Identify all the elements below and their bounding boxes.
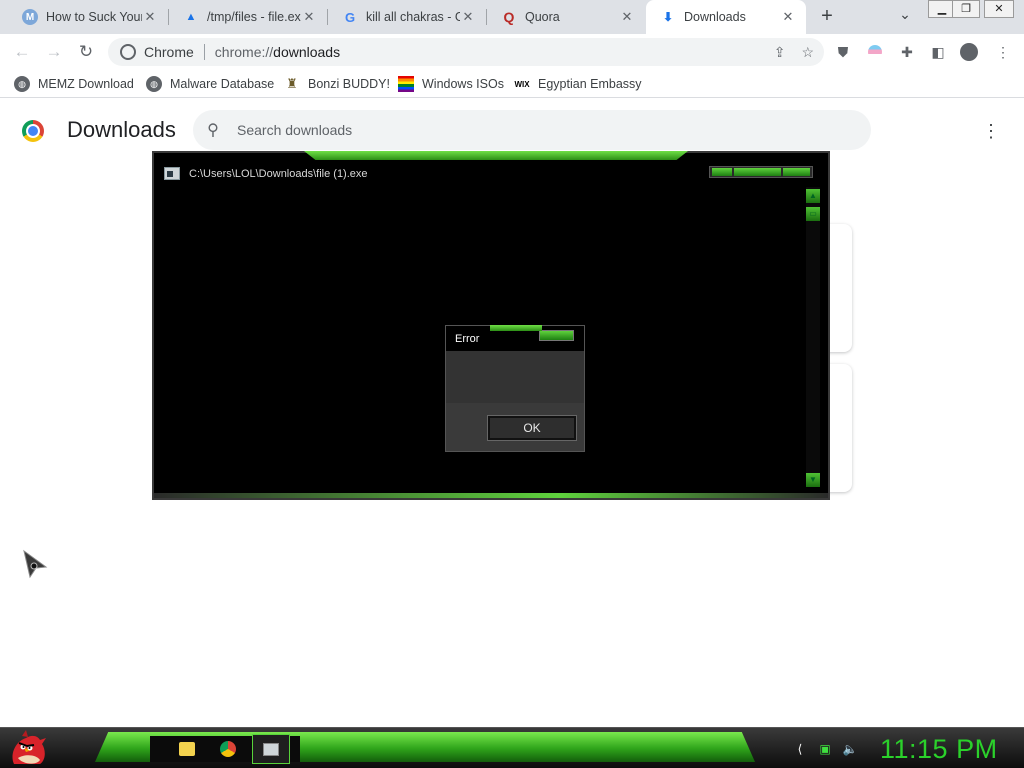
bookmarks-bar: ◍ MEMZ Download ◍ Malware Database ♜ Bon…: [0, 70, 1024, 98]
window-top-glow: [304, 151, 688, 160]
tab-title: kill all chakras - G: [366, 10, 460, 24]
reload-button[interactable]: ↻: [76, 42, 96, 62]
close-icon[interactable]: ✕: [460, 9, 476, 25]
puzzle-icon[interactable]: ✚: [898, 43, 916, 61]
restore-button[interactable]: ❐: [952, 0, 980, 18]
chrome-icon: [220, 741, 236, 757]
close-icon[interactable]: ✕: [780, 9, 796, 25]
cloud-upload-icon: ▲: [185, 11, 197, 23]
chrome-logo-icon: [22, 120, 44, 142]
tab-title: /tmp/files - file.ex: [207, 10, 301, 24]
dialog-top-glow: [490, 325, 542, 331]
scroll-down-icon[interactable]: ▼: [806, 473, 820, 487]
dialog-button-area: OK: [446, 403, 584, 451]
close-button[interactable]: [539, 330, 574, 341]
extension-badge-icon[interactable]: [866, 43, 884, 61]
bookmark-egyptian-embassy[interactable]: WIX Egyptian Embassy: [514, 76, 642, 92]
scroll-thumb[interactable]: ▭: [806, 207, 820, 221]
bookmark-star-icon[interactable]: ☆: [801, 44, 814, 61]
tab-title: How to Suck Your: [46, 10, 142, 24]
minimize-button[interactable]: [712, 168, 732, 176]
profile-icon[interactable]: [960, 43, 978, 61]
more-options-icon[interactable]: ⋮: [982, 119, 1000, 143]
close-button[interactable]: [782, 168, 810, 176]
console-app-icon: [164, 167, 180, 180]
folder-icon: [179, 742, 195, 756]
ok-button[interactable]: OK: [487, 415, 577, 441]
url-prefix: chrome://: [214, 44, 274, 60]
bookmark-memz[interactable]: ◍ MEMZ Download: [14, 76, 134, 92]
start-button-angry-bird-icon[interactable]: [8, 730, 48, 768]
address-bar[interactable]: Chrome chrome://downloads ⇪ ☆: [108, 38, 824, 66]
bookmark-label: Windows ISOs: [422, 77, 504, 91]
search-downloads-input[interactable]: ⚲ Search downloads: [193, 110, 871, 150]
console-app-icon: [263, 742, 279, 756]
url-host: downloads: [273, 44, 341, 60]
quora-icon: Q: [503, 9, 515, 25]
window-controls: [709, 166, 813, 178]
console-titlebar[interactable]: C:\Users\LOL\Downloads\file (1).exe: [154, 161, 828, 187]
tray-chevron-icon[interactable]: ⟨: [792, 741, 808, 757]
volume-icon[interactable]: 🔈: [842, 741, 858, 757]
network-icon[interactable]: ▣: [817, 741, 833, 757]
omnibox-scheme-label: Chrome: [144, 44, 194, 60]
side-panel-icon[interactable]: ◧: [929, 43, 947, 61]
tab-title: Downloads: [684, 10, 746, 24]
bookmark-label: Malware Database: [170, 77, 275, 91]
bookmark-label: Bonzi BUDDY!: [308, 77, 390, 91]
close-icon[interactable]: ✕: [142, 9, 158, 25]
console-title: C:\Users\LOL\Downloads\file (1).exe: [189, 168, 368, 180]
browser-toolbar: ← → ↻ Chrome chrome://downloads ⇪ ☆ ⛊ ✚ …: [0, 34, 1024, 70]
chevron-down-icon[interactable]: ⌄: [896, 6, 914, 24]
error-dialog[interactable]: Error OK: [445, 325, 585, 452]
back-button[interactable]: ←: [12, 42, 32, 62]
rainbow-flag-icon: [398, 76, 414, 92]
menu-icon[interactable]: ⋮: [994, 43, 1012, 61]
taskbar-clock[interactable]: 11:15 PM: [880, 734, 998, 765]
bookmark-label: Egyptian Embassy: [538, 77, 642, 91]
error-message: [446, 351, 584, 403]
bonzi-icon: ♜: [286, 76, 298, 91]
omnibox-divider: [203, 44, 205, 60]
error-dialog-title: Error: [455, 333, 480, 345]
cursor-icon: [23, 549, 48, 579]
close-icon[interactable]: ✕: [301, 9, 317, 25]
chrome-icon: [120, 44, 136, 60]
m-icon: M: [22, 9, 38, 25]
taskbar: ⟨ ▣ 🔈 11:15 PM: [0, 727, 1024, 768]
console-taskbar-button[interactable]: [252, 734, 290, 764]
new-tab-button[interactable]: +: [816, 5, 838, 27]
scroll-up-icon[interactable]: ▲: [806, 189, 820, 203]
omnibox-url: chrome://downloads: [215, 44, 340, 60]
tab-title: Quora: [525, 10, 560, 24]
window-bottom-glow: [154, 493, 828, 498]
console-scrollbar[interactable]: ▲ ▭ ▼: [806, 187, 820, 487]
tab-tmp-files[interactable]: ▲ /tmp/files - file.ex ✕: [169, 0, 327, 34]
page-title: Downloads: [67, 117, 176, 142]
search-placeholder: Search downloads: [237, 122, 353, 138]
bookmark-malware-db[interactable]: ◍ Malware Database: [146, 76, 274, 92]
globe-icon: ◍: [14, 76, 30, 92]
close-icon[interactable]: ✕: [619, 9, 635, 25]
close-window-button[interactable]: ✕: [984, 0, 1014, 18]
tab-how-to[interactable]: M How to Suck Your ✕: [8, 0, 168, 34]
tab-strip: M How to Suck Your ✕ ▲ /tmp/files - file…: [0, 0, 1024, 34]
maximize-button[interactable]: [733, 168, 781, 176]
tab-quora[interactable]: Q Quora ✕: [487, 0, 645, 34]
tab-downloads[interactable]: ⬇ Downloads ✕: [646, 0, 806, 34]
bookmark-windows-isos[interactable]: Windows ISOs: [398, 76, 504, 92]
bookmark-bonzi[interactable]: ♜ Bonzi BUDDY!: [284, 76, 390, 92]
tab-google-search[interactable]: G kill all chakras - G ✕: [328, 0, 486, 34]
ublock-icon[interactable]: ⛊: [834, 43, 852, 61]
bookmark-label: MEMZ Download: [38, 77, 134, 91]
search-icon: ⚲: [207, 122, 219, 139]
share-icon[interactable]: ⇪: [774, 44, 786, 61]
file-explorer-button[interactable]: [168, 734, 206, 764]
forward-button[interactable]: →: [44, 42, 64, 62]
google-icon: G: [344, 9, 356, 25]
download-icon: ⬇: [662, 10, 674, 24]
wix-icon: WIX: [514, 79, 530, 89]
globe-icon: ◍: [146, 76, 162, 92]
chrome-taskbar-button[interactable]: [209, 734, 247, 764]
